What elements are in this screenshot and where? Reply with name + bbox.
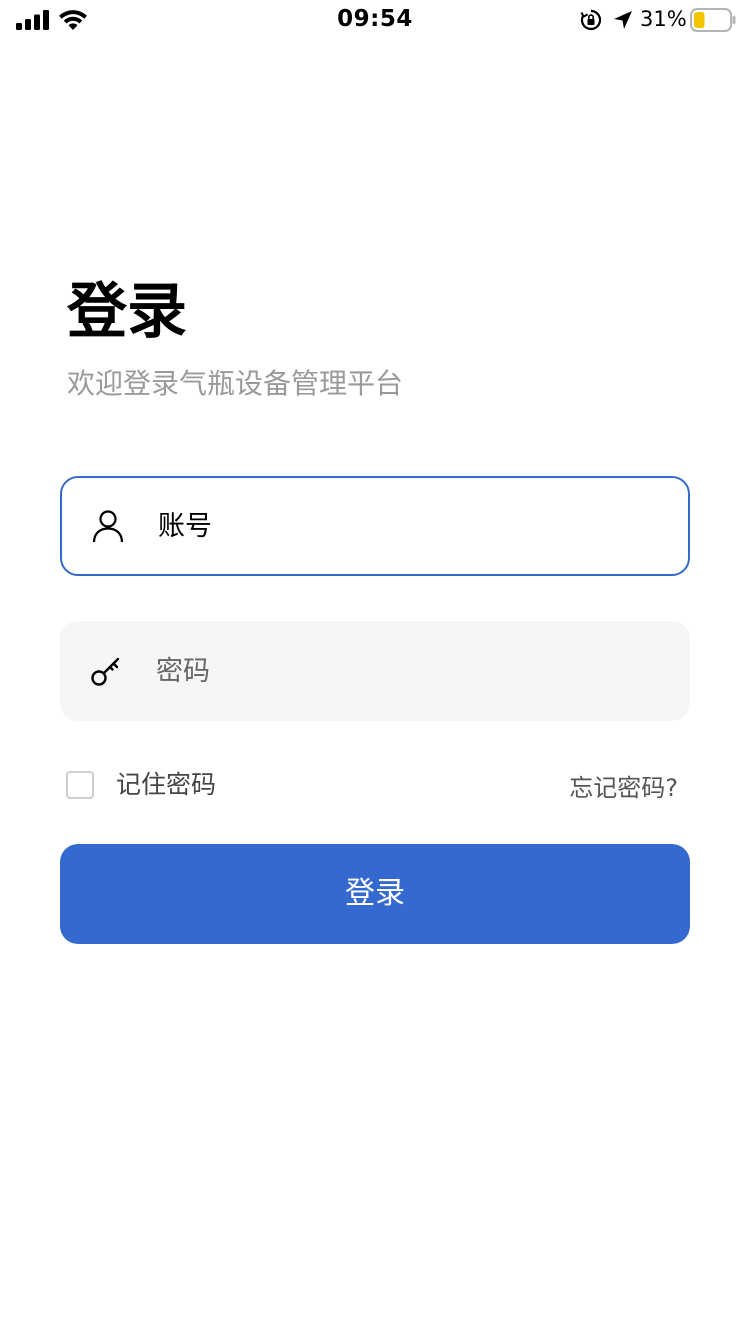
status-bar: 09:54 31% — [0, 0, 750, 40]
rotation-lock-icon — [580, 9, 602, 31]
battery-percent: 31% — [640, 7, 687, 31]
key-icon — [91, 657, 120, 686]
remember-password-checkbox[interactable] — [66, 771, 94, 799]
page-subtitle: 欢迎登录气瓶设备管理平台 — [67, 367, 404, 400]
login-button[interactable]: 登录 — [60, 844, 690, 944]
user-icon — [92, 510, 124, 543]
account-field[interactable] — [60, 476, 690, 576]
password-input[interactable] — [156, 621, 656, 721]
forgot-password-link[interactable]: 忘记密码? — [569, 770, 678, 806]
account-input[interactable] — [158, 478, 658, 574]
battery-fill — [694, 12, 705, 28]
password-field[interactable] — [60, 621, 690, 721]
remember-password-label[interactable]: 记住密码 — [116, 766, 216, 804]
page-title: 登录 — [67, 277, 187, 347]
status-time: 09:54 — [337, 6, 413, 32]
battery-icon — [690, 8, 736, 32]
location-arrow-icon — [614, 11, 632, 29]
